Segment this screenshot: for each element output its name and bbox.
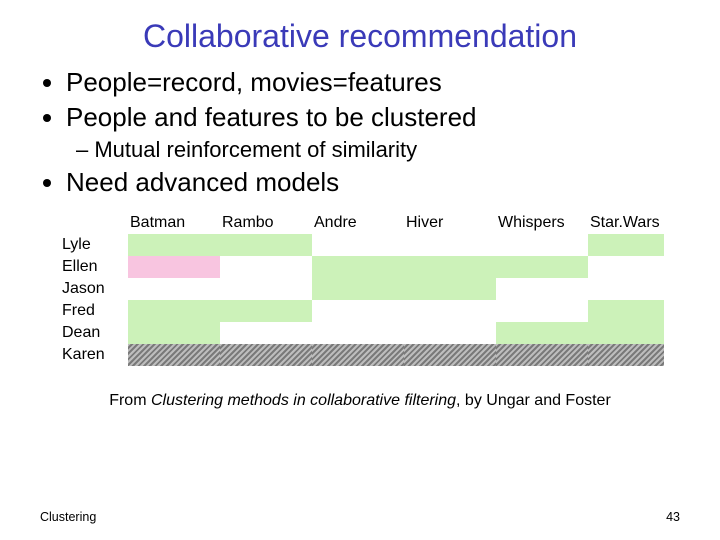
cell bbox=[404, 300, 496, 322]
cell bbox=[220, 278, 312, 300]
cell bbox=[312, 256, 404, 278]
cell bbox=[588, 234, 664, 256]
row-label-dean: Dean bbox=[58, 322, 128, 344]
col-head-rambo: Rambo bbox=[220, 212, 312, 234]
row-label-fred: Fred bbox=[58, 300, 128, 322]
cell bbox=[496, 278, 588, 300]
cell bbox=[588, 344, 664, 366]
bullet-3: Need advanced models bbox=[66, 167, 680, 198]
cell bbox=[128, 322, 220, 344]
cell bbox=[312, 278, 404, 300]
cell bbox=[128, 344, 220, 366]
cell bbox=[404, 322, 496, 344]
caption-title: Clustering methods in collaborative filt… bbox=[151, 392, 456, 409]
cell bbox=[588, 256, 664, 278]
table-row: Jason bbox=[58, 278, 664, 300]
cell bbox=[312, 234, 404, 256]
table-row: Ellen bbox=[58, 256, 664, 278]
cell bbox=[588, 300, 664, 322]
bullet-2-sub: Mutual reinforcement of similarity bbox=[76, 137, 680, 163]
table-corner bbox=[58, 212, 128, 234]
caption-suffix: , by Ungar and Foster bbox=[456, 392, 611, 409]
col-head-andre: Andre bbox=[312, 212, 404, 234]
table-row: Lyle bbox=[58, 234, 664, 256]
cell bbox=[312, 322, 404, 344]
row-label-ellen: Ellen bbox=[58, 256, 128, 278]
col-head-batman: Batman bbox=[128, 212, 220, 234]
caption-prefix: From bbox=[109, 392, 151, 409]
cell bbox=[220, 322, 312, 344]
matrix-diagram: Batman Rambo Andre Hiver Whispers Star.W… bbox=[58, 212, 680, 366]
bullet-1: People=record, movies=features bbox=[66, 67, 680, 98]
bullet-2: People and features to be clustered Mutu… bbox=[66, 102, 680, 163]
cell bbox=[128, 256, 220, 278]
bullet-2-text: People and features to be clustered bbox=[66, 102, 477, 132]
cell bbox=[220, 234, 312, 256]
cell bbox=[220, 256, 312, 278]
row-label-karen: Karen bbox=[58, 344, 128, 366]
bullet-list: People=record, movies=features People an… bbox=[40, 67, 680, 198]
cell bbox=[496, 322, 588, 344]
col-head-starwars: Star.Wars bbox=[588, 212, 664, 234]
cell bbox=[220, 300, 312, 322]
cell bbox=[404, 344, 496, 366]
cell bbox=[404, 234, 496, 256]
table-row: Fred bbox=[58, 300, 664, 322]
row-label-lyle: Lyle bbox=[58, 234, 128, 256]
cell bbox=[496, 344, 588, 366]
cell bbox=[588, 278, 664, 300]
col-head-whispers: Whispers bbox=[496, 212, 588, 234]
page-number: 43 bbox=[666, 510, 680, 524]
col-head-hiver: Hiver bbox=[404, 212, 496, 234]
cell bbox=[496, 234, 588, 256]
row-label-jason: Jason bbox=[58, 278, 128, 300]
cell bbox=[220, 344, 312, 366]
cell bbox=[496, 300, 588, 322]
slide-title: Collaborative recommendation bbox=[40, 18, 680, 55]
cell bbox=[128, 234, 220, 256]
footer-topic: Clustering bbox=[40, 510, 96, 524]
cell bbox=[496, 256, 588, 278]
cell bbox=[312, 300, 404, 322]
cell bbox=[404, 256, 496, 278]
cell bbox=[128, 278, 220, 300]
cell bbox=[312, 344, 404, 366]
caption: From Clustering methods in collaborative… bbox=[40, 392, 680, 410]
table-row: Karen bbox=[58, 344, 664, 366]
cell bbox=[128, 300, 220, 322]
cell bbox=[404, 278, 496, 300]
table-row: Dean bbox=[58, 322, 664, 344]
cell bbox=[588, 322, 664, 344]
